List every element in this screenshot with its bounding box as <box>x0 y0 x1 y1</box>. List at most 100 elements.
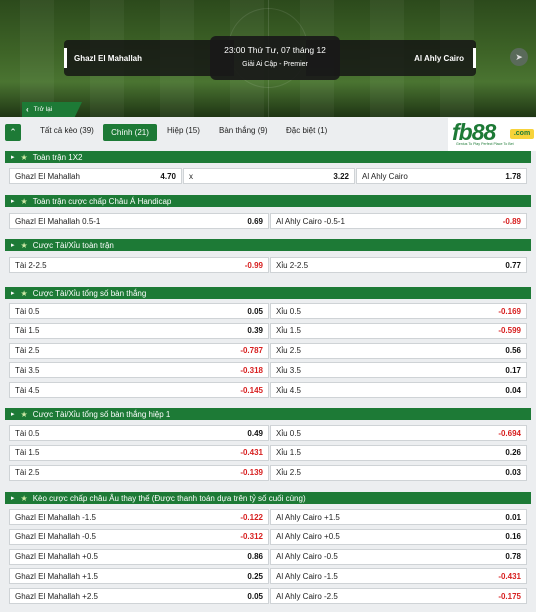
odds-selection: Ghazl El Mahallah -1.5 <box>15 512 96 522</box>
section-header[interactable]: ▸ ★ Toàn trận cược chấp Châu Á Handicap <box>5 195 531 207</box>
chevron-right-icon: ▸ <box>11 411 15 418</box>
odds-cell[interactable]: Xỉu 0.5 -0.169 <box>270 303 527 319</box>
odds-cell[interactable]: Ghazl El Mahallah 0.5-1 0.69 <box>9 213 269 229</box>
odds-selection: Tài 1.5 <box>15 326 40 336</box>
odds-value: 0.16 <box>505 532 521 542</box>
odds-cell[interactable]: Ghazl El Mahallah +2.5 0.05 <box>9 588 269 604</box>
odds-selection: Ghazl El Mahallah -0.5 <box>15 532 96 542</box>
odds-cell[interactable]: Al Ahly Cairo +0.5 0.16 <box>270 528 527 545</box>
chevron-right-icon: ▸ <box>11 198 15 205</box>
odds-cell[interactable]: Al Ahly Cairo 1.78 <box>356 168 527 184</box>
away-team-name: Al Ahly Cairo <box>414 53 464 63</box>
odds-cell[interactable]: Ghazl El Mahallah 4.70 <box>9 168 182 184</box>
section-header[interactable]: ▸ ★ Kèo cược chấp châu Âu thay thế (Được t… <box>5 492 531 504</box>
odds-cell[interactable]: Xỉu 2.5 0.03 <box>270 464 527 481</box>
odds-cell[interactable]: Xỉu 4.5 0.04 <box>270 382 527 398</box>
odds-selection: Ghazl El Mahallah 0.5-1 <box>15 216 101 226</box>
tab-all[interactable]: Tất cả kèo (39) <box>40 126 94 135</box>
odds-cell[interactable]: Xỉu 3.5 0.17 <box>270 362 527 379</box>
back-button[interactable]: ‹ Trở lại <box>22 102 82 117</box>
match-info: 23:00 Thứ Tư, 07 tháng 12 Giải Ai Cập - … <box>210 36 340 80</box>
odds-value: 0.56 <box>505 346 521 355</box>
chevron-right-icon: ▸ <box>11 242 15 249</box>
odds-selection: Tài 1.5 <box>15 448 40 458</box>
odds-value: 0.01 <box>505 512 521 522</box>
odds-cell[interactable]: x 3.22 <box>183 168 355 184</box>
pin-icon[interactable]: ➤ <box>510 48 528 66</box>
match-header: Ghazl El Mahallah Al Ahly Cairo 23:00 Th… <box>0 0 536 117</box>
odds-cell[interactable]: Ghazl El Mahallah +1.5 0.25 <box>9 568 269 585</box>
tab-half[interactable]: Hiệp (15) <box>167 126 200 135</box>
odds-cell[interactable]: Tài 2-2.5 -0.99 <box>9 257 269 273</box>
odds-cell[interactable]: Tài 0.5 0.05 <box>9 303 269 319</box>
odds-cell[interactable]: Tài 0.5 0.49 <box>9 425 269 441</box>
section-title: Cược Tài/Xỉu tổng số bàn thắng hiệp 1 <box>32 409 171 419</box>
odds-cell[interactable]: Xỉu 1.5 -0.599 <box>270 322 527 339</box>
odds-cell[interactable]: Xỉu 2.5 0.56 <box>270 342 527 359</box>
odds-value: -0.89 <box>502 216 521 226</box>
home-team-name: Ghazl El Mahallah <box>74 53 143 63</box>
odds-cell[interactable]: Tài 2.5 -0.787 <box>9 342 269 359</box>
odds-value: 4.70 <box>160 171 176 181</box>
odds-value: 0.04 <box>505 385 521 395</box>
odds-value: 0.69 <box>247 216 263 226</box>
odds-cell[interactable]: Al Ahly Cairo -0.5 0.78 <box>270 548 527 565</box>
section-header[interactable]: ▸ ★ Toàn trận 1X2 <box>5 151 531 163</box>
odds-value: 0.17 <box>505 365 521 375</box>
odds-selection: Ghazl El Mahallah +1.5 <box>15 571 98 581</box>
odds-value: 0.05 <box>247 591 263 601</box>
logo-tagline: Genius To Play Perfect Place To Bet <box>456 142 514 146</box>
odds-selection: Xỉu 3.5 <box>276 365 301 375</box>
odds-cell[interactable]: Al Ahly Cairo -0.5-1 -0.89 <box>270 213 527 229</box>
tab-goals[interactable]: Bàn thắng (9) <box>219 126 267 135</box>
section-header[interactable]: ▸ ★ Cược Tài/Xỉu tổng số bàn thắng hiệp 1 <box>5 408 531 420</box>
star-icon[interactable]: ★ <box>21 494 28 503</box>
odds-selection: Ghazl El Mahallah <box>15 171 80 181</box>
odds-cell[interactable]: Xỉu 0.5 -0.694 <box>270 425 527 441</box>
section-title: Cược Tài/Xỉu tổng số bàn thắng <box>32 288 147 298</box>
star-icon[interactable]: ★ <box>21 153 28 162</box>
odds-cell[interactable]: Ghazl El Mahallah +0.5 0.86 <box>9 548 269 565</box>
odds-cell[interactable]: Tài 1.5 0.39 <box>9 322 269 339</box>
odds-cell[interactable]: Ghazl El Mahallah -0.5 -0.312 <box>9 528 269 545</box>
chevron-right-icon: ▸ <box>11 290 15 297</box>
star-icon[interactable]: ★ <box>21 410 28 419</box>
match-datetime: 23:00 Thứ Tư, 07 tháng 12 <box>224 45 326 55</box>
odds-value: 0.25 <box>247 571 263 581</box>
star-icon[interactable]: ★ <box>21 289 28 298</box>
odds-cell[interactable]: Tài 2.5 -0.139 <box>9 464 269 481</box>
odds-cell[interactable]: Tài 4.5 -0.145 <box>9 382 269 398</box>
odds-selection: Al Ahly Cairo +1.5 <box>276 512 340 522</box>
tab-main[interactable]: Chính (21) <box>103 124 157 141</box>
star-icon[interactable]: ★ <box>21 241 28 250</box>
odds-selection: Xỉu 0.5 <box>276 428 301 438</box>
odds-selection: Xỉu 2.5 <box>276 468 301 477</box>
section-header[interactable]: ▸ ★ Cược Tài/Xỉu tổng số bàn thắng <box>5 287 531 299</box>
odds-selection: Ghazl El Mahallah +0.5 <box>15 552 98 561</box>
odds-selection: Tài 0.5 <box>15 428 40 438</box>
odds-cell[interactable]: Al Ahly Cairo +1.5 0.01 <box>270 509 527 525</box>
odds-value: 0.86 <box>247 552 263 561</box>
odds-value: -0.431 <box>498 571 521 581</box>
odds-cell[interactable]: Al Ahly Cairo -1.5 -0.431 <box>270 568 527 585</box>
section-title: Cược Tài/Xỉu toàn trận <box>32 240 114 250</box>
collapse-all-icon[interactable]: ⌃ <box>5 124 21 141</box>
odds-value: 0.39 <box>247 326 263 336</box>
tab-special[interactable]: Đặc biệt (1) <box>286 126 327 135</box>
odds-cell[interactable]: Ghazl El Mahallah -1.5 -0.122 <box>9 509 269 525</box>
star-icon[interactable]: ★ <box>21 197 28 206</box>
odds-cell[interactable]: Xỉu 1.5 0.26 <box>270 444 527 461</box>
odds-cell[interactable]: Xỉu 2-2.5 0.77 <box>270 257 527 273</box>
section-title: Toàn trận cược chấp Châu Á Handicap <box>32 196 172 206</box>
odds-cell[interactable]: Tài 3.5 -0.318 <box>9 362 269 379</box>
odds-value: -0.787 <box>240 346 263 355</box>
odds-selection: Tài 3.5 <box>15 365 40 375</box>
section-header[interactable]: ▸ ★ Cược Tài/Xỉu toàn trận <box>5 239 531 251</box>
odds-selection: Tài 2.5 <box>15 468 40 477</box>
odds-value: 0.77 <box>505 260 521 270</box>
odds-cell[interactable]: Al Ahly Cairo -2.5 -0.175 <box>270 588 527 604</box>
odds-cell[interactable]: Tài 1.5 -0.431 <box>9 444 269 461</box>
odds-value: -0.122 <box>240 512 263 522</box>
odds-selection: Al Ahly Cairo +0.5 <box>276 532 340 542</box>
odds-selection: Xỉu 1.5 <box>276 448 301 458</box>
